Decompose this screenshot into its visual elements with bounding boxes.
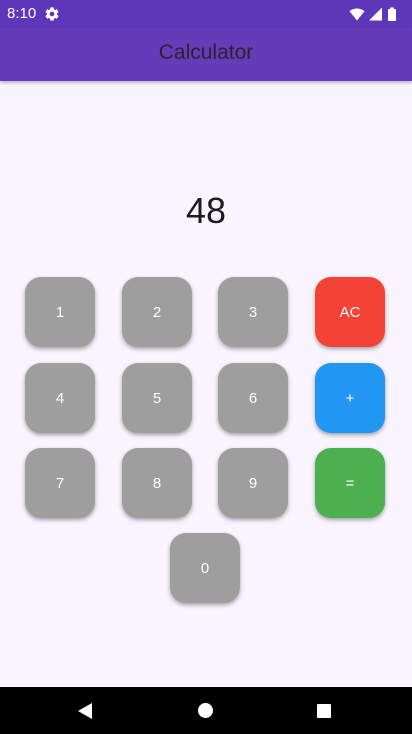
status-bar: 8:10 bbox=[0, 0, 412, 28]
result-display: 48 bbox=[185, 190, 227, 231]
recents-icon[interactable] bbox=[317, 704, 331, 718]
key-2-button[interactable]: 2 bbox=[122, 277, 192, 347]
status-icons bbox=[349, 7, 396, 21]
system-nav-bar bbox=[0, 687, 412, 734]
key-9-button[interactable]: 9 bbox=[218, 448, 288, 518]
status-time: 8:10 bbox=[7, 5, 37, 22]
plus-button[interactable]: + bbox=[315, 363, 385, 433]
key-5-button[interactable]: 5 bbox=[122, 363, 192, 433]
equals-button[interactable]: = bbox=[315, 448, 385, 518]
back-icon[interactable] bbox=[76, 702, 94, 720]
key-3-button[interactable]: 3 bbox=[218, 277, 288, 347]
key-0-button[interactable]: 0 bbox=[170, 533, 240, 603]
wifi-icon bbox=[349, 8, 365, 21]
battery-icon bbox=[388, 7, 396, 21]
settings-icon bbox=[45, 7, 59, 21]
key-4-button[interactable]: 4 bbox=[25, 363, 95, 433]
app-bar: Calculator bbox=[0, 28, 412, 81]
key-1-button[interactable]: 1 bbox=[25, 277, 95, 347]
key-7-button[interactable]: 7 bbox=[25, 448, 95, 518]
all-clear-button[interactable]: AC bbox=[315, 277, 385, 347]
signal-icon bbox=[369, 7, 382, 21]
home-icon[interactable] bbox=[198, 703, 213, 718]
key-6-button[interactable]: 6 bbox=[218, 363, 288, 433]
app-title: Calculator bbox=[158, 41, 254, 64]
key-8-button[interactable]: 8 bbox=[122, 448, 192, 518]
